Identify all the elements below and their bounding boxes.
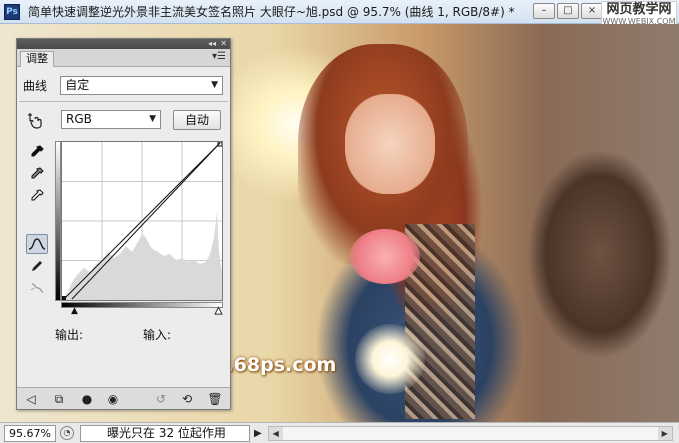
adjustments-panel: ◂◂ ✕ 调整 ▾☰ 曲线 自定 ▼ RGB ▼ 自动 ▲ ▲ 输出: 输入: … [16, 38, 231, 410]
photo-lens-flare [355, 324, 425, 394]
preset-select[interactable]: 自定 ▼ [60, 75, 223, 95]
input-output-row: 输出: 输入: [55, 326, 225, 342]
white-eyedropper-icon[interactable] [28, 187, 46, 205]
input-gradient-bar [61, 302, 223, 308]
output-label: 输出: [55, 328, 84, 342]
black-eyedropper-icon[interactable] [28, 143, 46, 161]
panel-header-bar[interactable]: ◂◂ ✕ [17, 39, 230, 49]
curves-label: 曲线 [23, 78, 48, 93]
preset-row: 曲线 自定 ▼ [23, 75, 223, 95]
gray-eyedropper-icon[interactable] [28, 165, 46, 183]
input-label: 输入: [143, 328, 172, 342]
panel-tabs: 调整 ▾☰ [17, 49, 230, 67]
previous-state-icon[interactable]: ↺ [153, 391, 169, 407]
panel-bottom-toolbar: ◁ ⧉ ● ◉ ↺ ⟲ 🗑 [17, 387, 230, 409]
back-arrow-icon[interactable]: ◁ [23, 391, 39, 407]
maximize-button[interactable]: □ [557, 3, 579, 19]
preset-select-value: 自定 [65, 77, 90, 92]
minimize-button[interactable]: – [533, 3, 555, 19]
channel-select-value: RGB [66, 112, 92, 126]
black-point-slider-icon[interactable]: ▲ [71, 307, 78, 316]
window-title: 简单快速调整逆光外景非主流美女签名照片 大眼仔~旭.psd @ 95.7% (曲… [28, 5, 515, 19]
mask-icon[interactable]: ● [79, 391, 95, 407]
window-controls: – □ × [533, 3, 603, 19]
title-bar: Ps 简单快速调整逆光外景非主流美女签名照片 大眼仔~旭.psd @ 95.7%… [0, 0, 679, 27]
status-info-icon[interactable]: ◔ [60, 426, 74, 440]
status-menu-arrow-icon[interactable]: ▶ [254, 428, 262, 439]
close-button[interactable]: × [581, 3, 603, 19]
photo-face [345, 94, 435, 194]
trash-icon[interactable]: 🗑 [207, 391, 223, 407]
chevron-down-icon: ▼ [211, 79, 218, 90]
on-image-adjust-icon[interactable] [26, 111, 44, 129]
horizontal-scrollbar[interactable]: ◀ ▶ [267, 425, 673, 441]
watermark-line-1: 网页教学网 [606, 2, 672, 17]
collapse-panel-icon[interactable]: ◂◂ [208, 39, 216, 49]
curves-graph[interactable] [61, 141, 223, 301]
scroll-right-icon[interactable]: ▶ [657, 426, 672, 440]
smooth-icon[interactable] [28, 279, 46, 297]
reset-icon[interactable]: ⟲ [179, 391, 195, 407]
visibility-eye-icon[interactable]: ◉ [105, 391, 121, 407]
scroll-left-icon[interactable]: ◀ [268, 426, 283, 440]
curve-point-icon[interactable] [26, 234, 48, 254]
pencil-icon[interactable] [28, 257, 46, 275]
status-message: 曝光只在 32 位起作用 [80, 424, 250, 442]
chevron-down-icon: ▼ [149, 114, 156, 124]
divider [19, 101, 228, 102]
panel-menu-icon[interactable]: ▾☰ [212, 51, 226, 62]
close-panel-icon[interactable]: ✕ [220, 39, 227, 49]
channel-select[interactable]: RGB ▼ [61, 110, 161, 129]
photo-flower [350, 229, 420, 284]
zoom-field[interactable]: 95.67% [4, 424, 56, 442]
photoshop-app-icon[interactable]: Ps [4, 3, 20, 20]
white-point-slider-icon[interactable]: ▲ [215, 306, 223, 316]
tab-adjustments[interactable]: 调整 [20, 51, 54, 67]
status-bar: 95.67% ◔ 曝光只在 32 位起作用 ▶ ◀ ▶ [0, 422, 679, 443]
clip-layer-icon[interactable]: ⧉ [51, 391, 67, 407]
auto-button[interactable]: 自动 [173, 110, 221, 130]
